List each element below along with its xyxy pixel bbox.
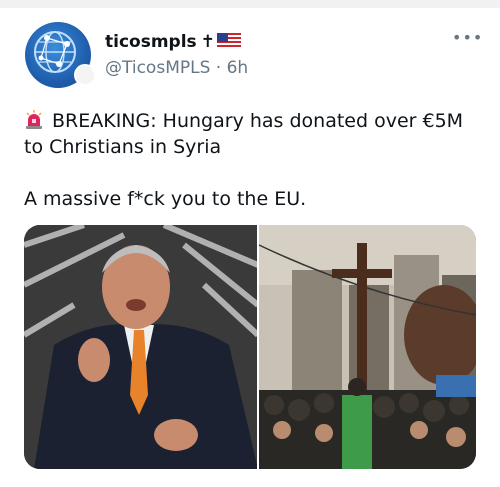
tweet-media[interactable] — [24, 225, 476, 469]
man-speaking-photo[interactable] — [24, 225, 261, 469]
author-handle: @TicosMPLS — [105, 58, 211, 78]
post-time: 6h — [226, 58, 249, 78]
more-options-icon[interactable]: ••• — [452, 28, 483, 47]
us-flag-icon — [216, 33, 241, 49]
cross-icon: ✝ — [200, 32, 215, 52]
author-handle-line[interactable]: @TicosMPLS · 6h — [105, 57, 248, 79]
crowd-with-cross-photo[interactable] — [258, 225, 476, 469]
tweet-line-2: A massive f*ck you to the EU. — [24, 188, 307, 210]
tweet-text: BREAKING: Hungary has donated over €5M t… — [24, 108, 479, 212]
tweet-line-1: BREAKING: Hungary has donated over €5M t… — [24, 108, 479, 160]
avatar-badge — [74, 64, 96, 86]
display-name-text: ticosmpls — [105, 32, 197, 52]
tweet-line-1-text: BREAKING: Hungary has donated over €5M t… — [24, 110, 464, 158]
meta-separator: · — [215, 58, 222, 78]
top-divider — [0, 0, 500, 8]
police-siren-icon — [26, 110, 42, 129]
author-display-name[interactable]: ticosmpls ✝ — [105, 31, 241, 53]
